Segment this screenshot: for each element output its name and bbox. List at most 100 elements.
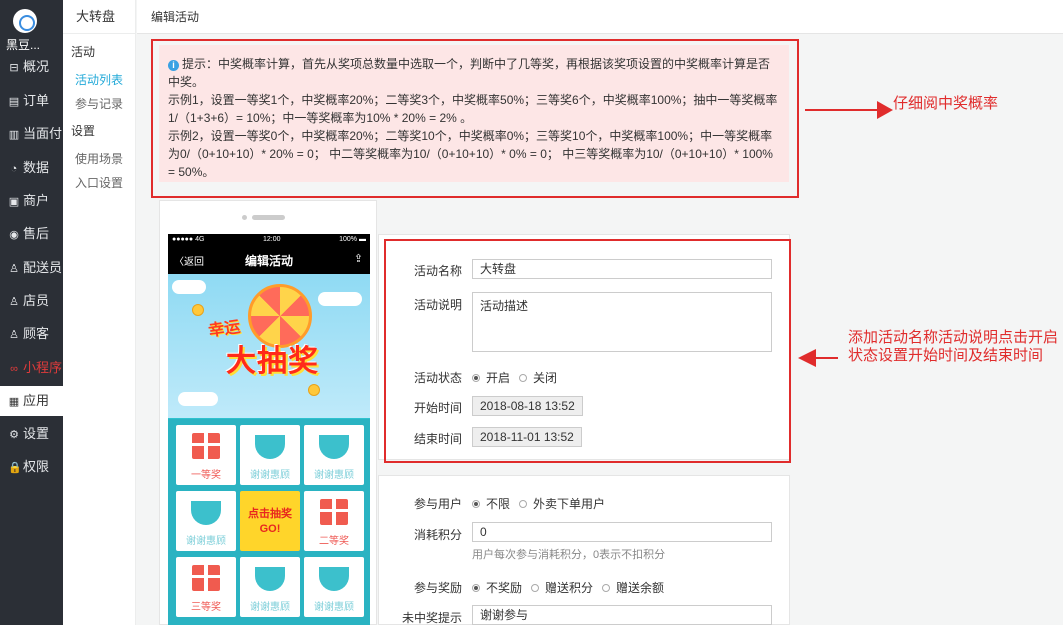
user-delivery-label: 外卖下单用户 <box>533 497 606 511</box>
cloud-graphic <box>172 280 206 294</box>
overview-icon: ⊟ <box>9 62 19 74</box>
participant-label: 参与用户 <box>414 497 463 511</box>
prize-label: 三等奖 <box>191 602 221 613</box>
prize-label: 谢谢惠顾 <box>250 602 290 613</box>
nav-item-0[interactable]: ⊟ 概况 <box>0 52 63 82</box>
lock-icon: 🔒 <box>8 462 22 474</box>
subnav-group-activity: 活动 <box>71 45 96 59</box>
gift-icon <box>192 433 220 459</box>
smile-icon <box>191 501 221 525</box>
nav-item-10[interactable]: ▦ 应用 <box>0 386 63 416</box>
nav-item-label: 权限 <box>23 459 50 474</box>
nav-item-label: 设置 <box>23 426 50 441</box>
nav-item-label: 售后 <box>23 226 50 241</box>
points-help-text: 用户每次参与消耗积分，0表示不扣积分 <box>472 549 666 561</box>
data-icon: ◔ <box>10 163 18 175</box>
reward-none-radio[interactable]: 不奖励 <box>472 579 522 596</box>
subnav-link-activity-list[interactable]: 活动列表 <box>75 71 123 88</box>
banner-big-text: 大抽奖 <box>226 345 319 378</box>
brand-name: 黑豆... <box>6 38 41 52</box>
nav-item-2[interactable]: ▥ 当面付 <box>0 119 63 149</box>
reward-balance-label: 赠送余额 <box>616 581 665 595</box>
cloud-graphic <box>178 392 218 406</box>
prize-label: 谢谢惠顾 <box>314 602 354 613</box>
nav-item-label: 小程序 <box>23 360 63 375</box>
smile-icon <box>319 567 349 591</box>
nav-item-label: 顾客 <box>23 326 50 341</box>
user-unlimited-radio[interactable]: 不限 <box>472 495 510 512</box>
nav-item-label: 订单 <box>23 93 50 108</box>
speaker-bar <box>252 215 285 220</box>
clerk-icon: ♙ <box>9 296 19 308</box>
share-icon[interactable]: ⇪ <box>354 252 363 265</box>
prize-label: 二等奖 <box>319 536 349 547</box>
aftersale-icon: ◉ <box>9 229 19 241</box>
user-delivery-radio[interactable]: 外卖下单用户 <box>519 495 605 512</box>
prize-cell: 谢谢惠顾 <box>304 425 364 485</box>
reward-points-radio[interactable]: 赠送积分 <box>531 579 593 596</box>
miniapp-icon: ∞ <box>10 363 18 375</box>
order-icon: ▤ <box>8 96 20 108</box>
signal-status: ●●●●● 4G <box>172 236 205 243</box>
annotation-arrow-1 <box>805 109 881 111</box>
participation-panel: 参与用户 不限 外卖下单用户 消耗积分 0 用户每次参与消耗积分，0表示不扣积分… <box>378 475 790 625</box>
nav-item-11[interactable]: ⚙ 设置 <box>0 419 63 449</box>
subnav-link-scenes[interactable]: 使用场景 <box>75 150 123 167</box>
points-label: 消耗积分 <box>414 528 463 542</box>
nav-item-label: 应用 <box>23 393 50 408</box>
annotation-arrow-2 <box>814 357 838 359</box>
arrow-head-left-icon <box>798 349 816 367</box>
draw-button-label: 点击抽奖 GO! <box>248 508 292 535</box>
reward-balance-radio[interactable]: 赠送余额 <box>602 579 664 596</box>
nav-item-8[interactable]: ♙ 顾客 <box>0 319 63 349</box>
prize-label: 谢谢惠顾 <box>186 536 226 547</box>
points-input[interactable]: 0 <box>472 522 772 542</box>
subnav-link-records[interactable]: 参与记录 <box>75 95 123 112</box>
nav-item-5[interactable]: ◉ 售后 <box>0 219 63 249</box>
nav-item-9[interactable]: ∞ 小程序 <box>0 353 63 383</box>
pay-icon: ▥ <box>8 129 20 141</box>
nav-item-4[interactable]: ▣ 商户 <box>0 186 63 216</box>
prize-cell: 谢谢惠顾 <box>240 425 300 485</box>
gift-icon <box>192 565 220 591</box>
nav-item-label: 数据 <box>23 160 50 175</box>
page-title: 编辑活动 <box>137 0 1063 34</box>
smile-icon <box>319 435 349 459</box>
nav-item-3[interactable]: ◔ 数据 <box>0 153 63 183</box>
nav-item-label: 概况 <box>23 59 50 74</box>
highlight-box-form <box>384 239 791 463</box>
courier-icon: ♙ <box>9 263 19 275</box>
miss-tip-input[interactable]: 谢谢参与 <box>472 605 772 625</box>
reward-points-label: 赠送积分 <box>545 581 594 595</box>
apps-icon: ▦ <box>8 396 20 408</box>
gift-icon <box>320 499 348 525</box>
nav-item-7[interactable]: ♙ 店员 <box>0 286 63 316</box>
nav-item-1[interactable]: ▤ 订单 <box>0 86 63 116</box>
prize-cell: 二等奖 <box>304 491 364 551</box>
draw-button[interactable]: 点击抽奖 GO! <box>240 491 300 551</box>
reward-label: 参与奖励 <box>414 581 463 595</box>
logo-icon <box>13 9 37 33</box>
miss-tip-label: 未中奖提示 <box>402 611 463 625</box>
nav-item-label: 店员 <box>23 293 50 308</box>
nav-item-label: 商户 <box>23 193 50 208</box>
prize-label: 谢谢惠顾 <box>314 470 354 481</box>
nav-item-6[interactable]: ♙ 配送员 <box>0 253 63 283</box>
reward-none-label: 不奖励 <box>486 581 523 595</box>
coin-graphic <box>308 384 320 396</box>
sub-sidebar: 大转盘 活动 活动列表 参与记录 设置 使用场景 入口设置 <box>63 0 136 625</box>
nav-item-12[interactable]: 🔒权限 <box>0 452 63 482</box>
nav-item-label: 当面付 <box>23 126 63 141</box>
app-window: 黑豆... ⊟ 概况 ▤ 订单 ▥ 当面付 ◔ 数据 ▣ 商户 ◉ 售后 ♙ 配送员 ♙ 店员 ♙ 顾客 ∞ 小程序 ▦… <box>0 0 1063 625</box>
smile-icon <box>255 567 285 591</box>
prize-label: 谢谢惠顾 <box>250 470 290 481</box>
prize-grid: 一等奖 谢谢惠顾 谢谢惠顾 谢谢惠顾 点击抽奖 GO! 二等奖 三等奖 谢谢惠顾 … <box>168 419 370 625</box>
coin-graphic <box>192 304 204 316</box>
prize-label: 一等奖 <box>191 470 221 481</box>
customer-icon: ♙ <box>9 329 19 341</box>
cloud-graphic <box>318 292 362 306</box>
prize-cell: 谢谢惠顾 <box>304 557 364 617</box>
subnav-link-entry[interactable]: 入口设置 <box>75 174 123 191</box>
main-sidebar: 黑豆... ⊟ 概况 ▤ 订单 ▥ 当面付 ◔ 数据 ▣ 商户 ◉ 售后 ♙ 配送员 ♙ 店员 ♙ 顾客 ∞ 小程序 ▦… <box>0 0 63 625</box>
prize-cell: 一等奖 <box>176 425 236 485</box>
